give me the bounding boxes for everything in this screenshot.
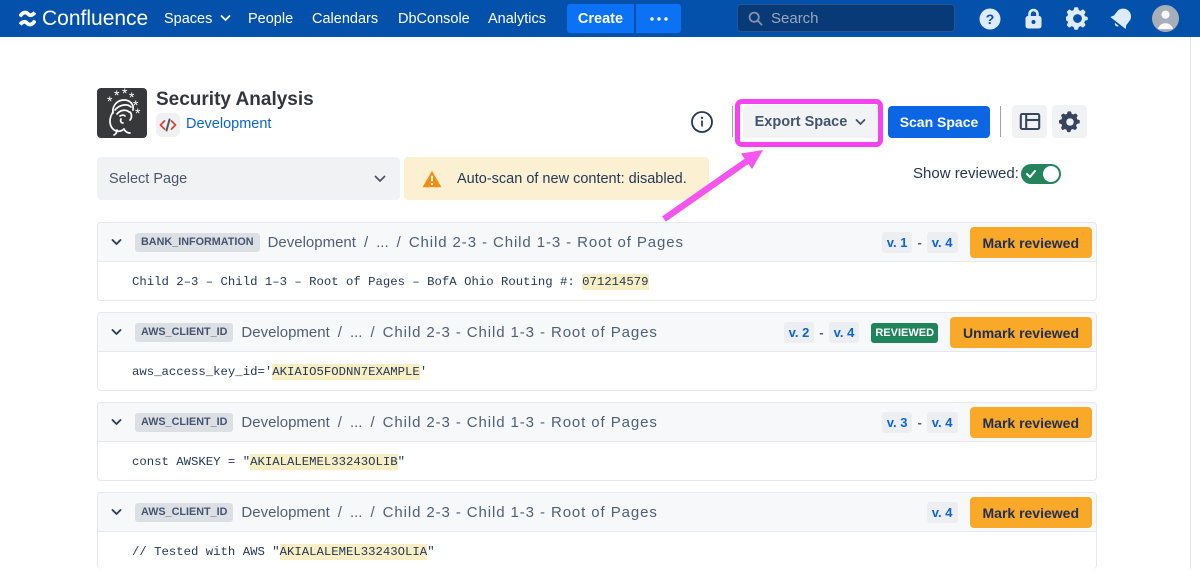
svg-text:?: ?	[986, 11, 995, 27]
svg-text:*: *	[107, 93, 113, 109]
svg-text:*: *	[122, 88, 128, 101]
svg-text:*: *	[135, 105, 141, 121]
svg-text:*: *	[114, 88, 120, 103]
